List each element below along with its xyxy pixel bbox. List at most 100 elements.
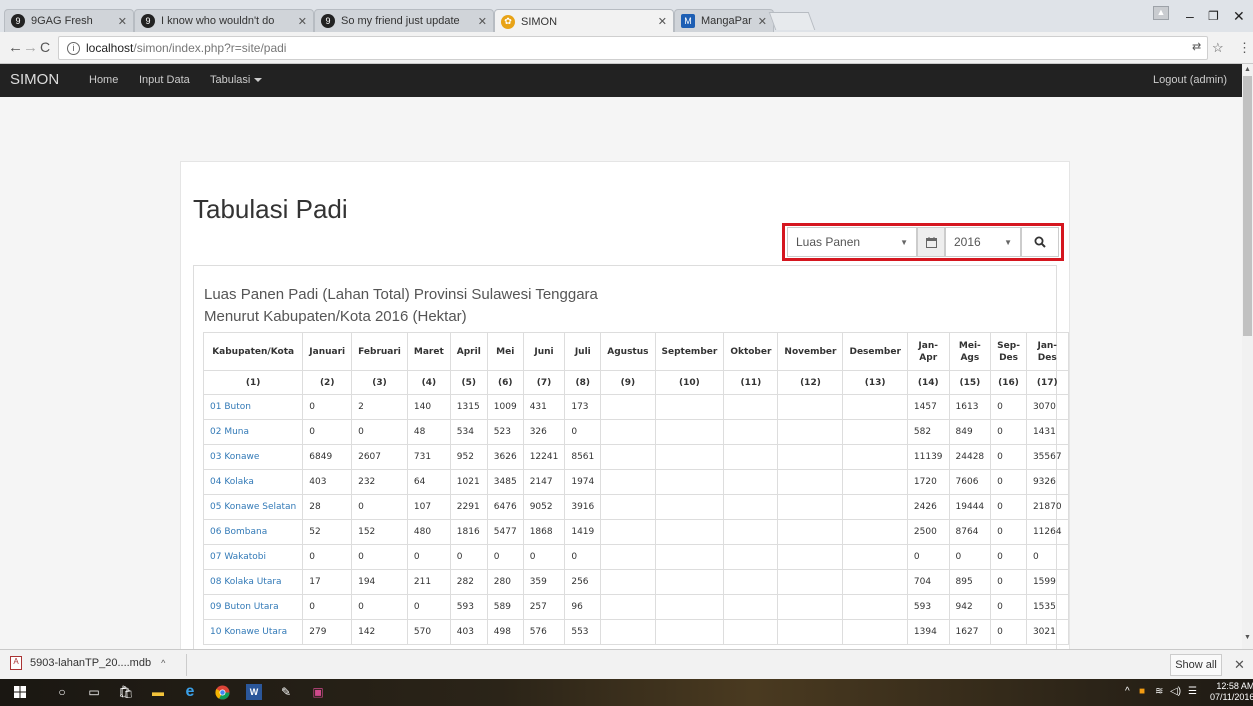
table-cell: [723, 594, 779, 620]
table-cell: 0: [406, 544, 451, 570]
url-host: localhost: [86, 41, 134, 55]
table-cell: 0: [406, 594, 451, 620]
table-cell: [842, 519, 908, 545]
scroll-down-icon[interactable]: ▼: [1244, 634, 1251, 641]
table-cell: 6849: [302, 444, 353, 470]
windows-start-icon[interactable]: [12, 684, 28, 700]
bookmark-star-icon[interactable]: ☆: [1212, 40, 1224, 56]
wifi-icon[interactable]: ≋: [1155, 686, 1163, 697]
table-cell: 279: [302, 619, 353, 645]
nav-input-data[interactable]: Input Data: [139, 74, 190, 86]
year-select[interactable]: 2016 ▼: [945, 227, 1021, 257]
table-header-row: Kabupaten/Kota Januari Februari Maret April M…: [202, 332, 1069, 371]
table-cell: 0: [990, 594, 1027, 620]
browser-tab-simon[interactable]: ✿ SIMON ✕: [494, 9, 674, 33]
kabupaten-link[interactable]: 04 Kolaka: [202, 469, 304, 495]
table-cell: [723, 619, 779, 645]
menu-icon[interactable]: ⋮: [1238, 40, 1251, 56]
close-icon[interactable]: ✕: [1234, 657, 1245, 673]
page-scrollbar[interactable]: ▲ ▼: [1242, 64, 1253, 649]
browser-tab-9gag-fresh[interactable]: 9 9GAG Fresh ✕: [4, 9, 134, 32]
close-icon[interactable]: ✕: [118, 15, 127, 28]
scroll-up-icon[interactable]: ▲: [1244, 66, 1251, 73]
nav-tabulasi-dropdown[interactable]: Tabulasi: [210, 74, 263, 86]
app-icon[interactable]: ▣: [310, 684, 326, 700]
table-cell: [600, 394, 656, 420]
clock-date: 07/11/2016: [1210, 692, 1253, 702]
close-icon[interactable]: ✕: [478, 15, 487, 28]
kabupaten-link[interactable]: 01 Buton: [202, 394, 304, 420]
edge-icon[interactable]: e: [182, 683, 198, 700]
table-cell: [600, 444, 656, 470]
tray-chevron-up-icon[interactable]: ^: [1125, 686, 1130, 697]
new-tab-button[interactable]: [768, 12, 816, 30]
9gag-icon: 9: [141, 14, 155, 28]
forward-icon[interactable]: →: [23, 39, 38, 56]
store-icon[interactable]: 🛍: [118, 684, 134, 700]
notification-icon[interactable]: ☰: [1188, 686, 1197, 697]
column-number: (14): [906, 370, 950, 395]
kabupaten-link[interactable]: 10 Konawe Utara: [202, 619, 304, 645]
search-button[interactable]: [1021, 227, 1059, 257]
info-icon[interactable]: i: [67, 41, 80, 55]
table-cell: 0: [351, 494, 408, 520]
back-icon[interactable]: ←: [8, 39, 23, 56]
tray-app-icon[interactable]: ■: [1139, 686, 1145, 697]
column-number: (11): [723, 370, 779, 395]
brand-link[interactable]: SIMON: [10, 71, 59, 88]
paint-icon[interactable]: ✎: [278, 684, 294, 700]
volume-icon[interactable]: ◁): [1170, 686, 1181, 697]
restore-icon[interactable]: ❐: [1208, 9, 1219, 23]
table-cell: 570: [406, 619, 451, 645]
close-icon[interactable]: ✕: [298, 15, 307, 28]
table-cell: 534: [449, 419, 488, 445]
taskbar-clock[interactable]: 12:58 AM 07/11/2016: [1210, 681, 1253, 703]
minimize-icon[interactable]: –: [1186, 8, 1194, 24]
kabupaten-link[interactable]: 02 Muna: [202, 419, 304, 445]
browser-tab-mangapark[interactable]: M MangaPark : Read Free M ✕: [674, 9, 774, 32]
kabupaten-link[interactable]: 07 Wakatobi: [202, 544, 304, 570]
task-view-icon[interactable]: ▭: [86, 684, 102, 700]
close-icon[interactable]: ✕: [658, 15, 667, 28]
table-cell: [777, 394, 844, 420]
type-select[interactable]: Luas Panen ▼: [787, 227, 917, 257]
reload-icon[interactable]: C: [40, 39, 50, 55]
kabupaten-link[interactable]: 03 Konawe: [202, 444, 304, 470]
column-header: Juli: [564, 332, 602, 371]
search-icon[interactable]: ○: [54, 684, 70, 700]
padi-table: Kabupaten/Kota Januari Februari Maret April M…: [202, 332, 1069, 645]
kabupaten-link[interactable]: 06 Bombana: [202, 519, 304, 545]
profile-icon[interactable]: ▲: [1153, 6, 1169, 20]
search-icon: [1034, 236, 1046, 248]
chevron-up-icon[interactable]: ^: [161, 658, 165, 668]
kabupaten-link[interactable]: 09 Buton Utara: [202, 594, 304, 620]
logout-link[interactable]: Logout (admin): [1153, 74, 1227, 86]
browser-tab-so-my-friend[interactable]: 9 So my friend just update ✕: [314, 9, 494, 32]
column-number: (4): [406, 370, 451, 395]
url-input[interactable]: i localhost/simon/index.php?r=site/padi: [58, 36, 1208, 60]
translate-icon[interactable]: ⇄: [1192, 40, 1201, 53]
close-window-icon[interactable]: ✕: [1233, 8, 1245, 25]
kabupaten-link[interactable]: 08 Kolaka Utara: [202, 569, 304, 595]
scroll-thumb[interactable]: [1243, 76, 1252, 336]
browser-tab-i-know[interactable]: 9 I know who wouldn't do ✕: [134, 9, 314, 32]
table-cell: 1431: [1025, 419, 1069, 445]
tab-title: MangaPark : Read Free M: [701, 15, 752, 27]
column-number: (13): [842, 370, 908, 395]
table-cell: [654, 469, 725, 495]
table-cell: 1627: [948, 619, 992, 645]
browser-tab-strip: 9 9GAG Fresh ✕ 9 I know who wouldn't do …: [0, 0, 1253, 33]
table-cell: [777, 419, 844, 445]
word-icon[interactable]: W: [246, 684, 262, 700]
show-all-button[interactable]: Show all: [1170, 654, 1222, 676]
table-cell: [600, 544, 656, 570]
table-cell: [600, 469, 656, 495]
kabupaten-link[interactable]: 05 Konawe Selatan: [202, 494, 304, 520]
chrome-icon[interactable]: [214, 684, 230, 700]
type-select-value: Luas Panen: [796, 235, 861, 249]
table-cell: 5477: [486, 519, 524, 545]
download-item[interactable]: A 5903-lahanTP_20....mdb ^: [10, 656, 165, 670]
nav-home[interactable]: Home: [89, 74, 118, 86]
file-explorer-icon[interactable]: ▬: [150, 684, 166, 700]
close-icon[interactable]: ✕: [758, 15, 767, 28]
